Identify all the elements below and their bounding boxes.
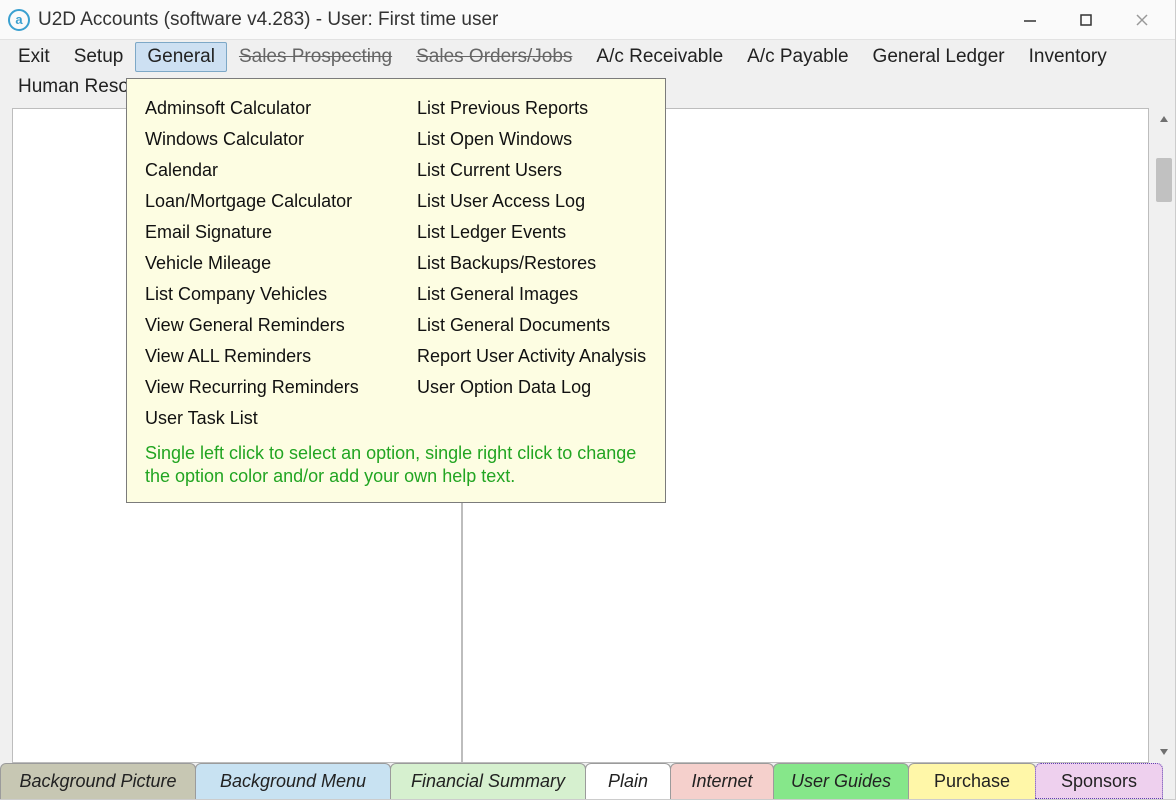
dd-user-option-data-log[interactable]: User Option Data Log [417,372,647,403]
dd-list-general-documents[interactable]: List General Documents [417,310,647,341]
dd-list-backups-restores[interactable]: List Backups/Restores [417,248,647,279]
bottom-tabs: Background Picture Background Menu Finan… [0,763,1175,799]
dd-list-open-windows[interactable]: List Open Windows [417,124,647,155]
menu-inventory[interactable]: Inventory [1017,42,1119,72]
dd-vehicle-mileage[interactable]: Vehicle Mileage [145,248,375,279]
dd-calendar[interactable]: Calendar [145,155,375,186]
menu-sales-orders-jobs[interactable]: Sales Orders/Jobs [404,42,584,72]
app-icon: a [8,9,30,31]
dd-list-company-vehicles[interactable]: List Company Vehicles [145,279,375,310]
scroll-thumb[interactable] [1156,158,1172,202]
tab-purchase[interactable]: Purchase [908,763,1036,799]
dropdown-col-1: Adminsoft Calculator Windows Calculator … [145,93,375,434]
tab-background-menu[interactable]: Background Menu [195,763,391,799]
scroll-track[interactable] [1153,130,1175,741]
menu-ac-payable[interactable]: A/c Payable [735,42,860,72]
vertical-scrollbar[interactable] [1153,108,1175,763]
tab-financial-summary[interactable]: Financial Summary [390,763,586,799]
dd-view-general-reminders[interactable]: View General Reminders [145,310,375,341]
tab-background-picture[interactable]: Background Picture [0,763,196,799]
scroll-up-icon[interactable] [1153,108,1175,130]
tab-sponsors[interactable]: Sponsors [1035,763,1163,799]
menu-setup[interactable]: Setup [62,42,136,72]
menu-general[interactable]: General [135,42,227,72]
dd-list-current-users[interactable]: List Current Users [417,155,647,186]
menu-exit[interactable]: Exit [6,42,62,72]
dd-adminsoft-calculator[interactable]: Adminsoft Calculator [145,93,375,124]
tab-internet[interactable]: Internet [670,763,774,799]
dd-report-user-activity-analysis[interactable]: Report User Activity Analysis [417,341,647,372]
tab-plain[interactable]: Plain [585,763,671,799]
dd-email-signature[interactable]: Email Signature [145,217,375,248]
general-dropdown: Adminsoft Calculator Windows Calculator … [126,78,666,503]
close-button[interactable] [1117,4,1167,36]
menu-sales-prospecting[interactable]: Sales Prospecting [227,42,404,72]
dropdown-col-2: List Previous Reports List Open Windows … [417,93,647,434]
dd-user-task-list[interactable]: User Task List [145,403,375,434]
dd-loan-mortgage-calculator[interactable]: Loan/Mortgage Calculator [145,186,375,217]
dd-view-recurring-reminders[interactable]: View Recurring Reminders [145,372,375,403]
dd-windows-calculator[interactable]: Windows Calculator [145,124,375,155]
maximize-button[interactable] [1061,4,1111,36]
dropdown-hint: Single left click to select an option, s… [145,442,645,488]
tab-user-guides[interactable]: User Guides [773,763,909,799]
dd-list-previous-reports[interactable]: List Previous Reports [417,93,647,124]
dd-view-all-reminders[interactable]: View ALL Reminders [145,341,375,372]
minimize-button[interactable] [1005,4,1055,36]
scroll-down-icon[interactable] [1153,741,1175,763]
dd-list-general-images[interactable]: List General Images [417,279,647,310]
dd-list-user-access-log[interactable]: List User Access Log [417,186,647,217]
menu-ac-receivable[interactable]: A/c Receivable [584,42,735,72]
window-title: U2D Accounts (software v4.283) - User: F… [38,9,498,31]
dd-list-ledger-events[interactable]: List Ledger Events [417,217,647,248]
title-bar: a U2D Accounts (software v4.283) - User:… [0,0,1175,40]
menu-general-ledger[interactable]: General Ledger [861,42,1017,72]
